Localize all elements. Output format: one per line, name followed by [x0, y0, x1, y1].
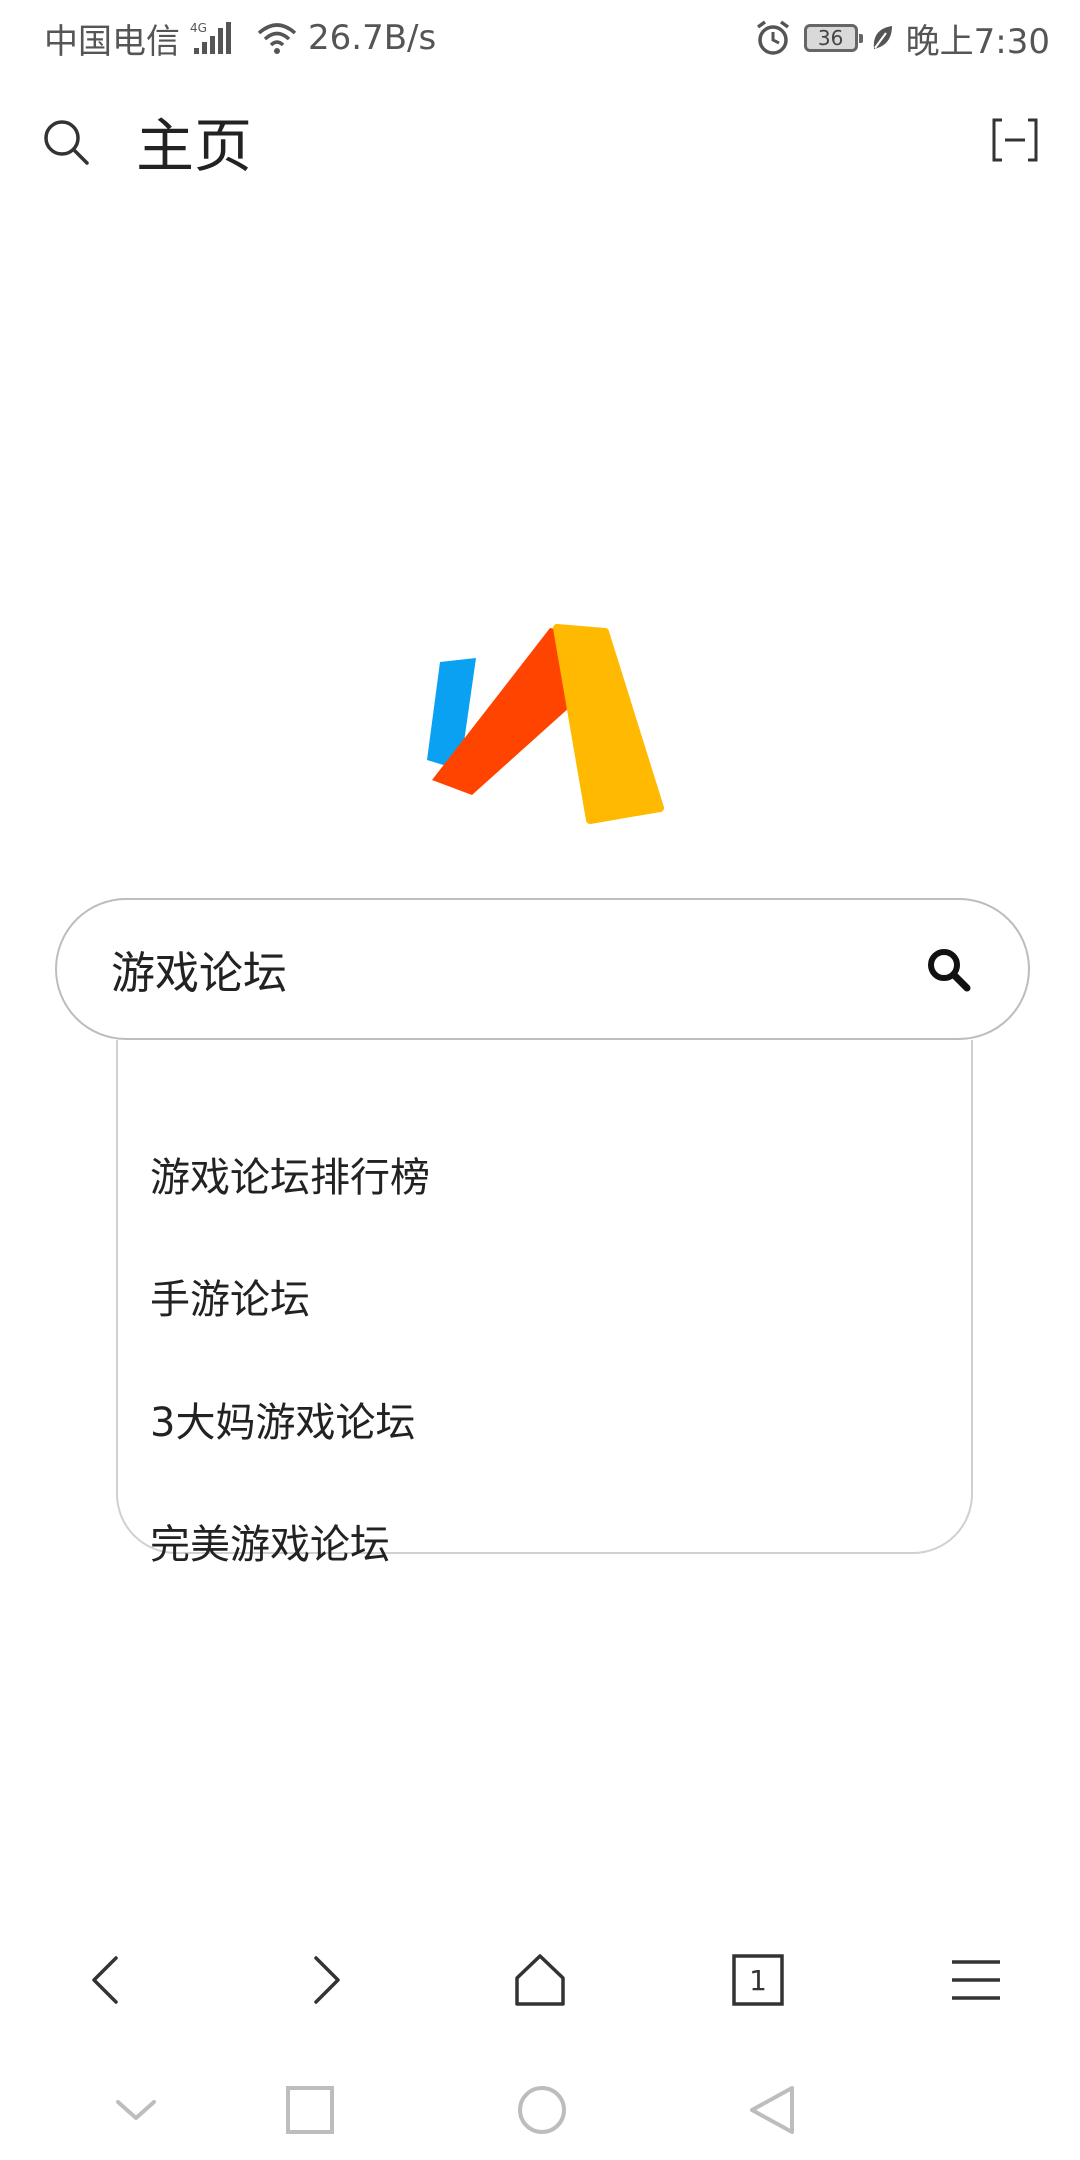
- app-logo: [420, 620, 670, 830]
- search-button-icon[interactable]: [925, 946, 973, 994]
- logo-yellow-stroke: [553, 624, 664, 824]
- leaf-icon: [870, 23, 894, 53]
- back-triangle-icon[interactable]: [746, 2084, 798, 2136]
- page-title: 主页: [136, 112, 253, 180]
- forward-icon[interactable]: [296, 1952, 352, 2008]
- tab-count: 1: [749, 1963, 767, 1997]
- signal-icon: 4G: [190, 20, 246, 56]
- system-navigation-bar: [0, 2070, 1080, 2150]
- status-bar: 中国电信 4G 26.7B/s 36 晚上7:30: [0, 0, 1080, 76]
- search-suggestions: 游戏论坛排行榜 手游论坛 3大妈游戏论坛 完美游戏论坛: [116, 1040, 973, 1568]
- search-input[interactable]: [111, 936, 891, 1002]
- suggestion-item[interactable]: 手游论坛: [150, 1260, 310, 1340]
- menu-icon[interactable]: [948, 1952, 1004, 2008]
- home-icon[interactable]: [512, 1952, 568, 2008]
- collapse-icon[interactable]: [110, 2084, 162, 2136]
- alarm-icon: [754, 19, 792, 57]
- carrier-name: 中国电信: [44, 21, 180, 62]
- search-icon[interactable]: [42, 118, 92, 168]
- suggestion-item[interactable]: 3大妈游戏论坛: [150, 1383, 415, 1463]
- back-icon[interactable]: [80, 1952, 136, 2008]
- fullscreen-icon[interactable]: [990, 116, 1040, 166]
- status-right: 36 晚上7:30: [754, 14, 1050, 62]
- wifi-icon: [256, 21, 298, 55]
- network-type-label: 4G: [190, 21, 207, 35]
- network-speed: 26.7B/s: [308, 18, 437, 58]
- home-circle-icon[interactable]: [516, 2084, 568, 2136]
- search-bar: [55, 898, 1030, 1040]
- recents-icon[interactable]: [284, 2084, 336, 2136]
- app-header: 主页: [0, 100, 1080, 190]
- browser-home-screen: 中国电信 4G 26.7B/s 36 晚上7:30 主页 游戏论坛 游戏论坛排行…: [0, 0, 1080, 2160]
- battery-icon: 36: [803, 24, 863, 52]
- status-left: 中国电信 4G 26.7B/s: [44, 14, 436, 62]
- suggestion-item[interactable]: 游戏论坛排行榜: [150, 1138, 430, 1218]
- browser-toolbar: 1: [0, 1930, 1080, 2030]
- clock-time: 晚上7:30: [905, 21, 1050, 62]
- battery-level: 36: [817, 26, 844, 50]
- tabs-icon[interactable]: 1: [730, 1952, 786, 2008]
- suggestion-item[interactable]: 完美游戏论坛: [150, 1505, 390, 1585]
